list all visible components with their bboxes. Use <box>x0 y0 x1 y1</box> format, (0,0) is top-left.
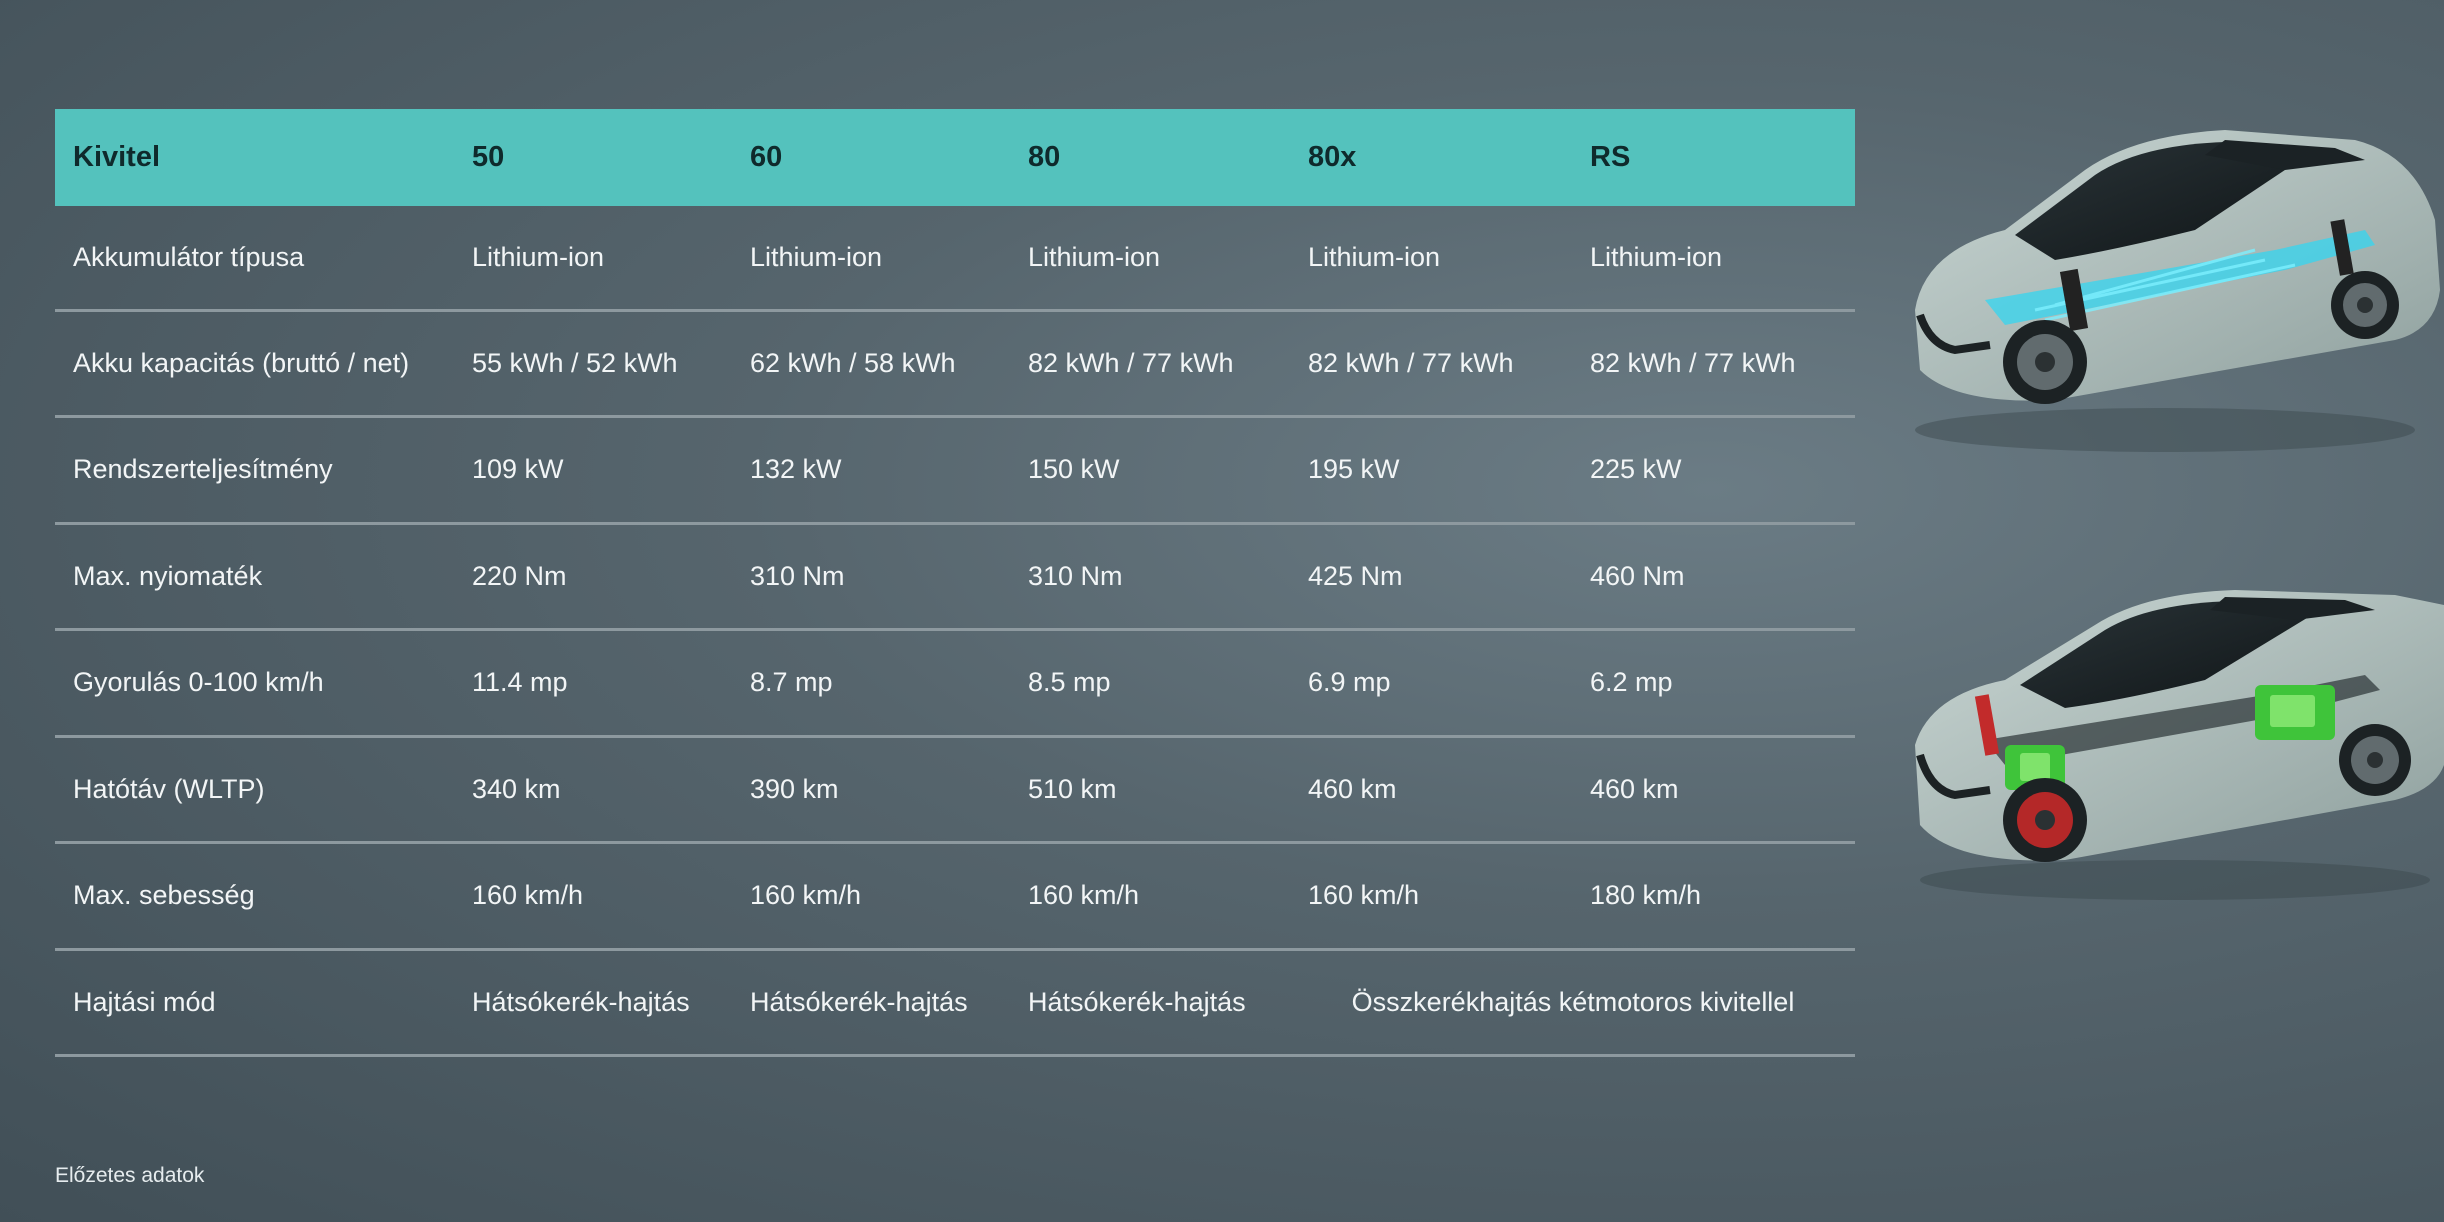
cell-value: 160 km/h <box>472 880 584 911</box>
row-label: Gyorulás 0-100 km/h <box>73 667 324 698</box>
cell-value: Lithium-ion <box>1028 241 1161 272</box>
header-cell-rs: RS <box>1590 141 1631 173</box>
table-row: Akku kapacitás (bruttó / net) 55 kWh / 5… <box>55 310 1855 417</box>
cell-value: 460 km <box>1590 773 1679 804</box>
table-row: Gyorulás 0-100 km/h 11.4 mp 8.7 mp 8.5 m… <box>55 630 1855 736</box>
cell-value: 160 km/h <box>1028 880 1140 911</box>
cell-value: 55 kWh / 52 kWh <box>472 347 678 378</box>
table-row: Hajtási mód Hátsókerék-hajtás Hátsókerék… <box>55 949 1855 1056</box>
cell-value: 6.9 mp <box>1308 667 1391 698</box>
cell-value: Hátsókerék-hajtás <box>750 986 968 1017</box>
header-cell-80: 80 <box>1028 141 1061 173</box>
row-label: Akkumulátor típusa <box>73 241 305 272</box>
cell-value: Lithium-ion <box>1590 241 1723 272</box>
row-label: Rendszerteljesítmény <box>73 454 333 485</box>
cell-value: 310 Nm <box>1028 560 1123 591</box>
cell-value: 82 kWh / 77 kWh <box>1590 347 1796 378</box>
cell-value: 160 km/h <box>1308 880 1420 911</box>
header-cell-80x: 80x <box>1308 141 1357 173</box>
cell-value: Lithium-ion <box>750 241 883 272</box>
table-row: Rendszerteljesítmény 109 kW 132 kW 150 k… <box>55 417 1855 523</box>
table-row: Hatótáv (WLTP) 340 km 390 km 510 km 460 … <box>55 736 1855 843</box>
cell-value: Lithium-ion <box>1308 241 1441 272</box>
spec-table: Kivitel 50 60 80 80x RS Akkumulátor típu… <box>55 109 1855 1057</box>
footnote: Előzetes adatok <box>55 1164 205 1187</box>
cell-value: 62 kWh / 58 kWh <box>750 347 956 378</box>
table-row: Max. sebesség 160 km/h 160 km/h 160 km/h… <box>55 843 1855 949</box>
cell-value: 460 Nm <box>1590 560 1685 591</box>
cell-value: 132 kW <box>750 454 842 485</box>
cell-value: 425 Nm <box>1308 560 1403 591</box>
table-row: Akkumulátor típusa Lithium-ion Lithium-i… <box>55 206 1855 310</box>
cell-value: Lithium-ion <box>472 241 605 272</box>
table-header-row: Kivitel 50 60 80 80x RS <box>55 109 1855 206</box>
cell-value: 8.5 mp <box>1028 667 1111 698</box>
cell-value: Hátsókerék-hajtás <box>1028 986 1246 1017</box>
cell-value: Hátsókerék-hajtás <box>472 986 690 1017</box>
car-cutaway-battery-image <box>1915 130 2440 452</box>
header-cell-60: 60 <box>750 141 783 173</box>
table-row: Max. nyiomaték 220 Nm 310 Nm 310 Nm 425 … <box>55 523 1855 630</box>
cell-value: 11.4 mp <box>472 667 568 698</box>
cell-value: 150 kW <box>1028 454 1120 485</box>
cell-value: 195 kW <box>1308 454 1400 485</box>
car-cutaway-drivetrain-image <box>1915 590 2444 900</box>
cell-value: 310 Nm <box>750 560 845 591</box>
row-label: Max. nyiomaték <box>73 560 263 591</box>
cell-value: 390 km <box>750 773 839 804</box>
cell-value: 180 km/h <box>1590 880 1702 911</box>
cell-value: 8.7 mp <box>750 667 833 698</box>
cell-value: 460 km <box>1308 773 1397 804</box>
cell-value: 6.2 mp <box>1590 667 1673 698</box>
cell-value: 82 kWh / 77 kWh <box>1308 347 1514 378</box>
cell-value: 340 km <box>472 773 561 804</box>
cell-value: 220 Nm <box>472 560 567 591</box>
header-cell-50: 50 <box>472 141 505 173</box>
row-label: Hajtási mód <box>73 986 216 1017</box>
cell-value-merged: Összkerékhajtás kétmotoros kivitellel <box>1351 986 1795 1017</box>
cell-value: 225 kW <box>1590 454 1682 485</box>
cell-value: 510 km <box>1028 773 1117 804</box>
row-label: Hatótáv (WLTP) <box>73 773 265 804</box>
cell-value: 109 kW <box>472 454 564 485</box>
cell-value: 160 km/h <box>750 880 862 911</box>
cell-value: 82 kWh / 77 kWh <box>1028 347 1234 378</box>
row-label: Max. sebesség <box>73 880 255 911</box>
row-label: Akku kapacitás (bruttó / net) <box>73 347 410 378</box>
header-cell-kivitel: Kivitel <box>73 141 161 173</box>
